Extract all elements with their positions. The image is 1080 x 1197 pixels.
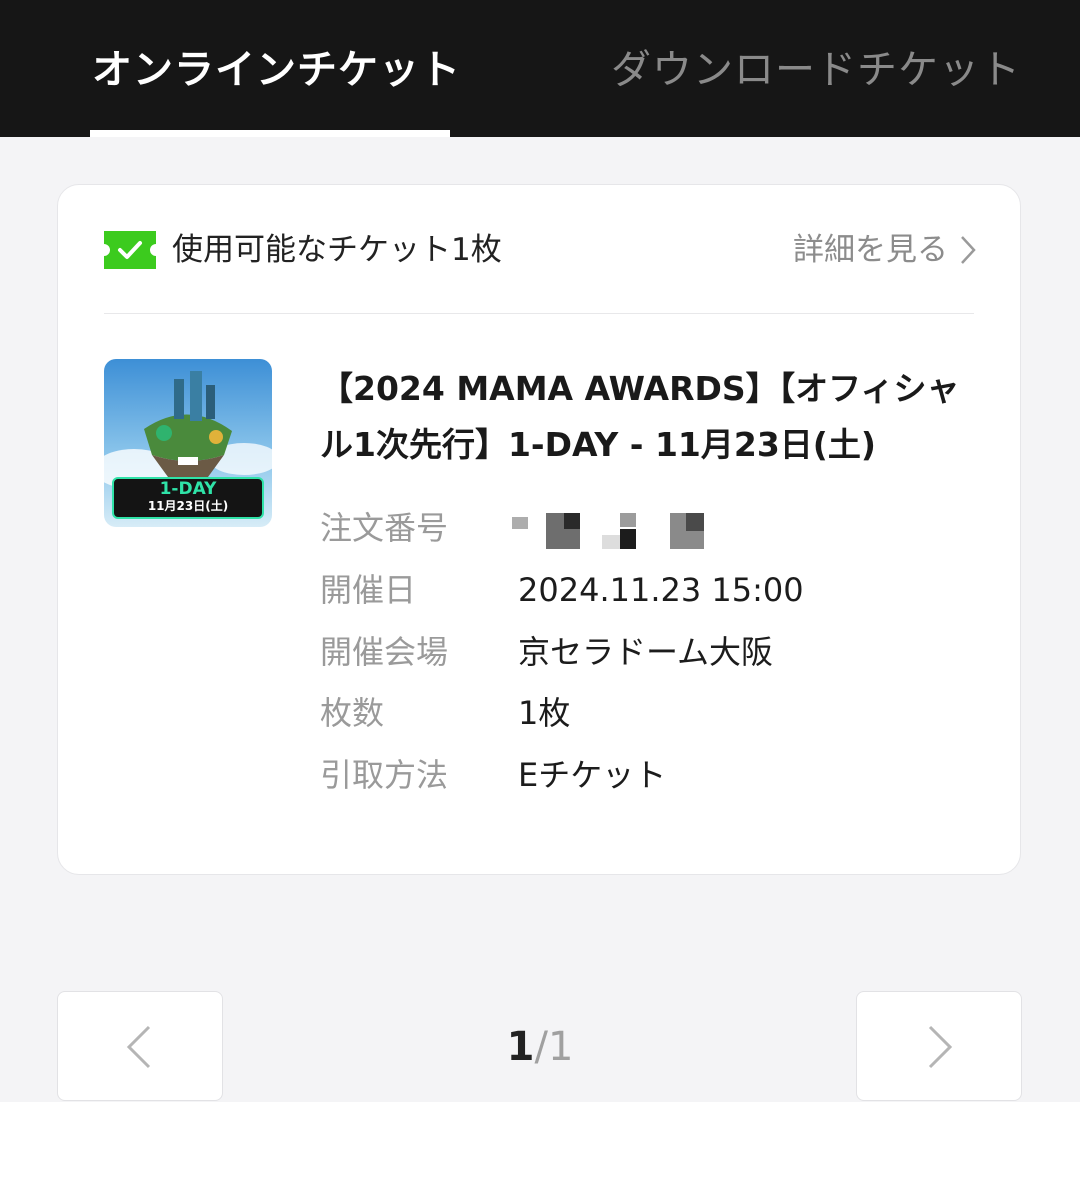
page-separator: / (534, 1024, 548, 1070)
poster-badge-line1: 1-DAY (159, 479, 217, 499)
divider (104, 313, 974, 314)
available-ticket-count: 使用可能なチケット1枚 (172, 232, 502, 268)
poster-badge-line2: 11月23日(土) (147, 499, 229, 513)
total-pages: 1 (547, 1024, 574, 1070)
redacted-order-number (512, 513, 704, 549)
tab-online-ticket[interactable]: オンラインチケット (92, 40, 461, 100)
info-value: Eチケット (518, 756, 667, 794)
view-details-label: 詳細を見る (793, 232, 948, 268)
chevron-right-icon (961, 236, 976, 264)
chevron-right-icon (928, 1025, 953, 1069)
info-label: 引取方法 (320, 756, 449, 794)
view-details-link[interactable]: 詳細を見る (793, 225, 976, 275)
event-title: 【2024 MAMA AWARDS】【オフィシャル1次先行】1-DAY - 11… (320, 369, 960, 464)
info-value: 京セラドーム大阪 (518, 633, 774, 671)
page-indicator: 1/1 (440, 1017, 640, 1077)
info-value: 1枚 (518, 694, 571, 732)
chevron-left-icon (126, 1025, 151, 1069)
ticket-card: 使用可能なチケット1枚 詳細を見る 1-DAY 11月23日(土) 【2024 … (57, 184, 1021, 875)
tab-bar: オンラインチケット ダウンロードチケット (0, 0, 1080, 137)
current-page: 1 (506, 1024, 535, 1070)
active-tab-indicator (90, 130, 450, 137)
tab-download-ticket[interactable]: ダウンロードチケット (611, 40, 1021, 100)
event-poster-image: 1-DAY 11月23日(土) (104, 359, 272, 527)
content-area: 使用可能なチケット1枚 詳細を見る 1-DAY 11月23日(土) 【2024 … (0, 137, 1080, 1102)
info-label: 開催会場 (320, 633, 449, 671)
next-page-button[interactable] (856, 991, 1022, 1101)
info-label: 開催日 (320, 571, 417, 609)
info-label: 注文番号 (320, 509, 449, 547)
poster-badge: 1-DAY 11月23日(土) (112, 477, 264, 519)
info-value: 2024.11.23 15:00 (518, 571, 804, 609)
info-label: 枚数 (320, 694, 385, 732)
prev-page-button[interactable] (57, 991, 223, 1101)
ticket-check-icon (104, 231, 156, 269)
